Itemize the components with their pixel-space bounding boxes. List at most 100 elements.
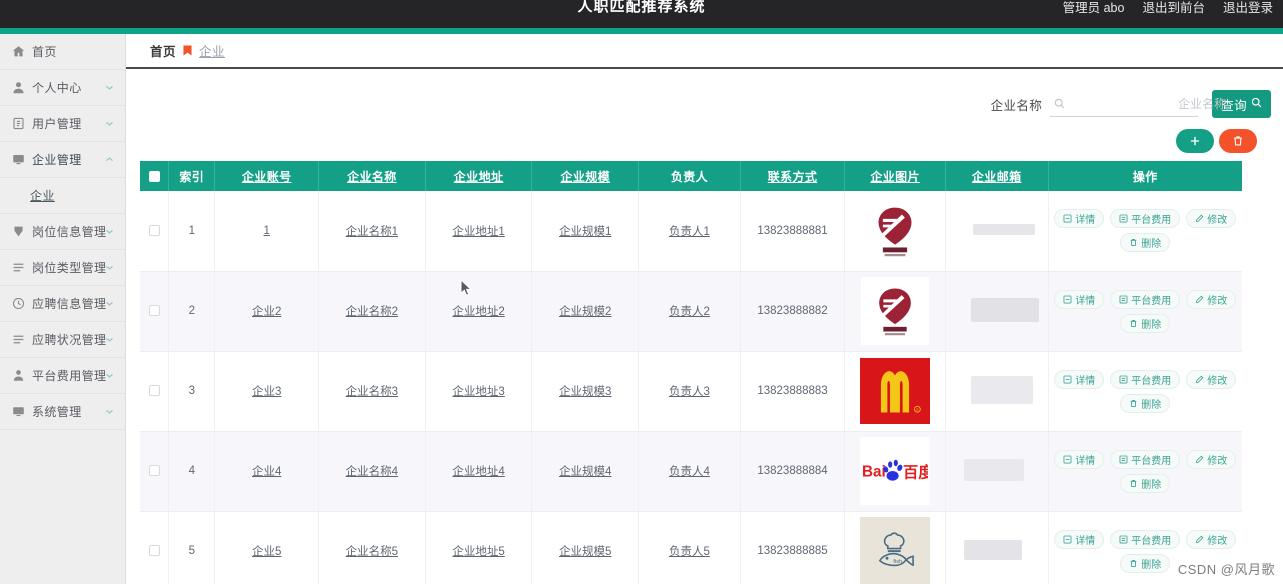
select-all-checkbox[interactable] [148,171,160,183]
platform-fee-button[interactable]: 平台费用 [1110,449,1181,469]
platform-fee-button[interactable]: 平台费用 [1110,289,1181,309]
detail-label: 详情 [1075,295,1096,307]
sidebar-item-label: 企业管理 [32,153,82,167]
breadcrumb-current[interactable]: 企业 [199,41,225,60]
th-name[interactable]: 企业名称 [318,161,426,191]
sidebar-item-application-status-management[interactable]: 应聘状况管理 [0,322,125,358]
sidebar-item-application-info-management[interactable]: 应聘信息管理 [0,286,125,322]
enterprise-table: 索引 企业账号 企业名称 企业地址 企业规模 负责人 联系方式 企业图片 企业邮… [140,161,1242,584]
th-scale[interactable]: 企业规模 [531,161,640,191]
th-label: 企业邮箱 [971,169,1022,184]
search-icon [1251,97,1262,111]
delete-button[interactable]: 删除 [1120,553,1171,573]
detail-label: 详情 [1075,375,1096,387]
sidebar-item-user-management[interactable]: 用户管理 [0,106,125,142]
cell-name: 企业名称2 [318,271,426,352]
row-checkbox[interactable] [148,385,160,397]
sidebar-subitem-enterprise[interactable]: 企业 [0,178,125,214]
delete-button[interactable]: 删除 [1120,313,1171,333]
sidebar-item-platform-fee-management[interactable]: 平台费用管理 [0,358,125,394]
th-index[interactable]: 索引 [168,161,216,191]
edit-button[interactable]: 修改 [1186,289,1237,309]
edit-button[interactable]: 修改 [1186,369,1237,389]
cell-owner-text: 负责人2 [668,306,710,318]
edit-button[interactable]: 修改 [1186,209,1237,229]
th-image[interactable]: 企业图片 [844,161,946,191]
detail-label: 详情 [1075,455,1096,467]
th-label: 操作 [1132,169,1158,184]
platform-fee-label: 平台费用 [1131,215,1172,227]
th-email[interactable]: 企业邮箱 [945,161,1049,191]
sidebar-item-system-management[interactable]: 系统管理 [0,394,125,430]
row-select-cell[interactable] [140,271,170,352]
search-box[interactable] [1050,91,1229,117]
detail-button[interactable]: 详情 [1054,289,1105,309]
cell-image[interactable]: fish [844,511,946,584]
search-input[interactable] [1069,92,1229,115]
platform-fee-button[interactable]: 平台费用 [1110,209,1181,229]
cell-address-text: 企业地址5 [452,546,505,558]
bohui-logo[interactable] [861,277,930,345]
fish-chef-logo[interactable]: fish [860,517,931,584]
row-checkbox[interactable] [148,225,160,237]
cell-image[interactable]: R [844,351,946,432]
cell-image[interactable]: Bai 百度 [844,431,946,512]
detail-button[interactable]: 详情 [1054,449,1105,469]
row-checkbox[interactable] [148,305,160,317]
breadcrumb-home[interactable]: 首页 [150,41,176,60]
row-select-cell[interactable] [140,191,170,272]
sidebar-item-job-type-management[interactable]: 岗位类型管理 [0,250,125,286]
row-select-cell[interactable] [140,431,170,512]
detail-icon [1063,375,1072,384]
add-button[interactable] [1176,129,1214,153]
sidebar-item-job-info-management[interactable]: 岗位信息管理 [0,214,125,250]
bulk-delete-button[interactable] [1219,129,1257,153]
row-actions-line2: 删除 [1051,473,1241,493]
cell-image[interactable] [844,271,946,352]
row-actions-line2: 删除 [1051,233,1241,253]
cell-scale: 企业规模2 [531,271,640,352]
edit-button[interactable]: 修改 [1186,449,1237,469]
sidebar-item-personal-center[interactable]: 个人中心 [0,70,125,106]
redacted-email [963,539,1022,560]
cell-index: 4 [168,431,216,512]
cell-scale: 企业规模5 [531,511,640,584]
detail-button[interactable]: 详情 [1054,209,1105,229]
delete-button[interactable]: 删除 [1120,473,1171,493]
platform-fee-button[interactable]: 平台费用 [1110,369,1181,389]
cell-account: 1 [214,191,320,272]
cell-image[interactable] [844,191,946,272]
detail-button[interactable]: 详情 [1054,369,1105,389]
th-address[interactable]: 企业地址 [425,161,533,191]
cell-owner-text: 负责人3 [668,386,710,398]
th-select-all[interactable] [140,161,170,191]
logout-link[interactable]: 退出登录 [1223,0,1273,17]
svg-text:fish: fish [894,559,903,565]
detail-button[interactable]: 详情 [1054,529,1105,549]
platform-fee-button[interactable]: 平台费用 [1110,529,1181,549]
th-account[interactable]: 企业账号 [214,161,320,191]
th-phone[interactable]: 联系方式 [740,161,846,191]
row-select-cell[interactable] [140,351,170,432]
cell-account-text: 企业3 [252,386,282,398]
edit-button[interactable]: 修改 [1186,529,1237,549]
cell-address: 企业地址4 [425,431,533,512]
row-actions-line2: 删除 [1051,393,1241,413]
mcdonalds-logo[interactable]: R [860,358,931,424]
bohui-logo[interactable] [862,198,928,264]
exit-to-frontend-link[interactable]: 退出到前台 [1142,0,1205,17]
cell-email [945,351,1049,432]
delete-button[interactable]: 删除 [1120,393,1171,413]
chevron-down-icon [105,227,114,236]
delete-button[interactable]: 删除 [1120,233,1171,253]
cell-name: 企业名称4 [318,431,426,512]
platform-fee-label: 平台费用 [1131,535,1172,547]
row-checkbox[interactable] [148,465,160,477]
sidebar-item-enterprise-management[interactable]: 企业管理 [0,142,125,178]
sidebar-item-home[interactable]: 首页 [0,34,125,70]
delete-label: 删除 [1141,399,1162,411]
row-select-cell[interactable] [140,511,170,584]
baidu-logo[interactable]: Bai 百度 [860,437,931,505]
th-owner[interactable]: 负责人 [638,161,741,191]
row-checkbox[interactable] [148,545,160,557]
